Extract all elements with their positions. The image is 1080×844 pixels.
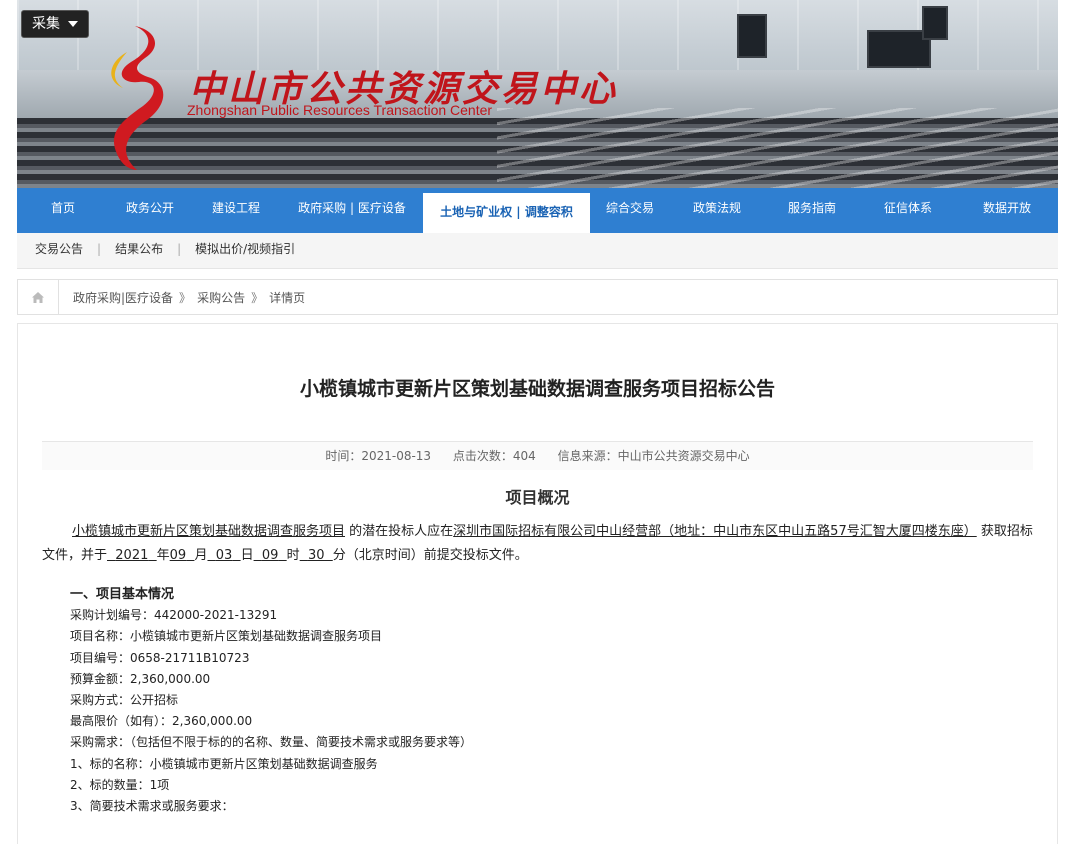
article-title: 小榄镇城市更新片区策划基础数据调查服务项目招标公告 [299,378,775,400]
subnav-item-simulation[interactable]: 模拟出价/视频指引 [195,242,295,256]
nav-item-comprehensive-trade[interactable]: 综合交易 [590,188,670,233]
nav-item-credit-system[interactable]: 征信体系 [860,188,956,233]
banner-desks [497,108,1058,188]
main-nav: 首页 政务公开 建设工程 政府采购 | 医疗设备 土地与矿业权 | 调整容积 综… [17,188,1058,233]
detail-line: 采购方式：公开招标 [70,693,179,708]
details-heading: 一、项目基本情况 [70,587,175,602]
deadline-year: 2021 [115,548,149,563]
detail-line: 采购计划编号：442000-2021-13291 [70,608,278,623]
deadline-day: 03 [215,548,233,563]
subnav-item-announcements[interactable]: 交易公告 [35,242,83,256]
header-banner: 采集 中山市公共资源交易中心 Zhongshan Public Resource… [17,0,1058,188]
breadcrumb-item-announcements[interactable]: 采购公告 [197,289,245,306]
detail-line: 项目名称：小榄镇城市更新片区策划基础数据调查服务项目 [70,629,383,644]
subnav-separator: | [177,242,182,256]
logo-english-title: Zhongshan Public Resources Transaction C… [187,102,493,118]
intro-text: 的潜在投标人应在 [349,524,454,539]
intro-text: 分（北京时间）前提交投标文件。 [332,548,528,563]
click-count: 点击次数：404 [452,449,536,463]
sub-nav: 交易公告 | 结果公布 | 模拟出价/视频指引 [17,233,1058,269]
detail-line: 项目编号：0658-21711B10723 [70,650,250,665]
breadcrumb: 政府采购|医疗设备 》 采购公告 》 详情页 [17,279,1058,315]
nav-item-open-data[interactable]: 数据开放 [956,188,1058,233]
nav-item-construction[interactable]: 建设工程 [191,188,281,233]
speaker-icon [737,14,767,58]
breadcrumb-item-current: 详情页 [269,290,306,305]
detail-line: 最高限价（如有）：2,360,000.00 [70,714,253,729]
section-title: 项目概况 [505,488,570,507]
intro-location: 深圳市国际招标有限公司中山经营部（地址：中山市东区中山五路57号汇智大厦四楼东座… [453,524,977,539]
detail-line: 3、简要技术需求或服务要求： [70,799,234,814]
breadcrumb-item-procurement[interactable]: 政府采购|医疗设备 [73,289,173,306]
caret-down-icon [68,21,78,27]
nav-item-land-mining[interactable]: 土地与矿业权 | 调整容积 [423,193,590,233]
detail-line: 2、标的数量：1项 [70,777,170,792]
nav-item-service-guide[interactable]: 服务指南 [764,188,860,233]
publish-time: 时间：2021-08-13 [325,449,432,463]
collect-label: 采集 [32,16,60,32]
collect-dropdown[interactable]: 采集 [21,10,89,38]
speaker-icon [922,6,948,40]
detail-line: 1、标的名称：小榄镇城市更新片区策划基础数据调查服务 [70,756,378,771]
subnav-item-results[interactable]: 结果公布 [115,242,163,256]
deadline-month: 09 [169,548,187,563]
project-details: 一、项目基本情况 采购计划编号：442000-2021-13291 项目名称：小… [42,584,1033,817]
intro-paragraph: 小榄镇城市更新片区策划基础数据调查服务项目 的潜在投标人应在深圳市国际招标有限公… [42,524,1033,563]
nav-item-policies[interactable]: 政策法规 [670,188,764,233]
nav-item-government-affairs[interactable]: 政务公开 [109,188,191,233]
intro-project-name: 小榄镇城市更新片区策划基础数据调查服务项目 [72,524,346,539]
detail-line: 采购需求：（包括但不限于标的的名称、数量、简要技术需求或服务要求等） [70,735,473,750]
article-panel: 小榄镇城市更新片区策划基础数据调查服务项目招标公告 时间：2021-08-13 … [17,323,1058,844]
deadline-hour: 09 [261,548,279,563]
logo-flame-icon [111,26,164,170]
deadline-minute: 30 [307,548,325,563]
info-source: 信息来源：中山市公共资源交易中心 [557,449,750,463]
nav-item-home[interactable]: 首页 [17,188,109,233]
chevron-right-icon: 》 [251,290,264,305]
home-icon[interactable] [18,280,59,314]
chevron-right-icon: 》 [179,290,192,305]
detail-line: 预算金额：2,360,000.00 [70,671,211,686]
nav-item-government-procurement[interactable]: 政府采购 | 医疗设备 [281,188,423,233]
subnav-separator: | [97,242,102,256]
article-meta: 时间：2021-08-13 点击次数：404 信息来源：中山市公共资源交易中心 [42,441,1033,470]
page: 采集 中山市公共资源交易中心 Zhongshan Public Resource… [17,0,1058,844]
